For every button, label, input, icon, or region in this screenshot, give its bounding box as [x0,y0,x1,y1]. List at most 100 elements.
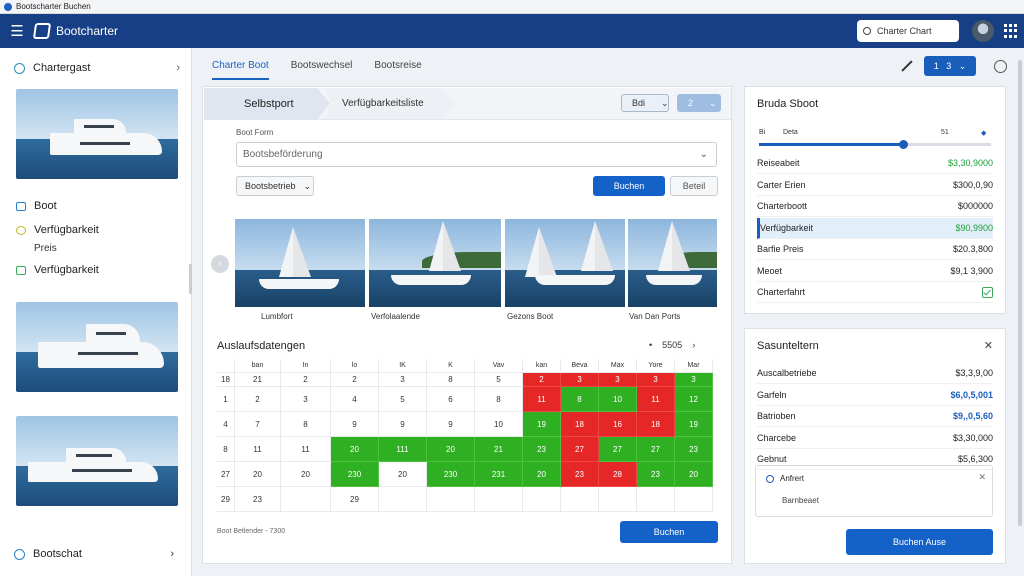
calendar-day[interactable]: 20 [427,437,475,462]
sidebar-scrollbar[interactable] [189,264,192,294]
calendar-book-button[interactable]: Buchen [620,521,718,543]
apps-grid-icon[interactable] [1004,24,1018,38]
calendar-day[interactable]: 20 [675,462,713,487]
calendar-day[interactable]: 27 [561,437,599,462]
calendar-day[interactable]: 230 [331,462,379,487]
calendar-day[interactable]: 10 [599,387,637,412]
price-slider[interactable] [759,140,991,149]
calendar-day[interactable]: 8 [427,373,475,387]
calendar-day[interactable]: 16 [599,412,637,437]
calendar-day[interactable]: 8 [475,387,523,412]
calendar-day[interactable]: 230 [427,462,475,487]
calendar-day[interactable]: 21 [475,437,523,462]
slider-handle[interactable] [898,140,908,149]
step-selbstport[interactable]: Selbstport [204,88,330,119]
sidebar-header[interactable]: Chartergast › [14,62,184,74]
calendar-day[interactable]: 4 [217,412,235,437]
price-row[interactable]: Meoet $9,1 3,900 [757,261,993,282]
yacht-thumbnail[interactable] [16,89,178,179]
price-row[interactable]: Charterboott $000000 [757,196,993,217]
calendar-day[interactable]: 23 [637,462,675,487]
dropdown-a[interactable]: Bdi ⌄ [621,94,669,112]
calendar-day[interactable]: 18 [217,373,235,387]
calendar-day[interactable]: 2 [281,373,331,387]
calendar-day[interactable]: 3 [599,373,637,387]
yacht-thumbnail[interactable] [16,302,178,392]
calendar-day[interactable]: 21 [235,373,281,387]
calendar-day[interactable]: 23 [523,437,561,462]
price-row[interactable]: Reiseabeit $3,30,9000 [757,153,993,174]
sidebar-item-boot[interactable]: Boot [16,200,57,212]
calendar-day[interactable] [427,487,475,512]
gallery-prev-icon[interactable]: ‹ [211,255,229,273]
sidebar-item-preis[interactable]: Preis [34,243,57,254]
calendar-day[interactable]: 3 [675,373,713,387]
sailboat-photo[interactable] [628,219,717,307]
hamburger-menu-icon[interactable]: ☰ [0,22,34,40]
tab-bootsreise[interactable]: Bootsreise [374,54,421,80]
calendar-day[interactable] [281,487,331,512]
sidebar-footer[interactable]: Bootschat › [14,548,184,560]
summary-book-button[interactable]: Buchen Ause [846,529,993,555]
calendar-day[interactable]: 9 [331,412,379,437]
calendar-day[interactable]: 18 [637,412,675,437]
detail-button[interactable]: Beteil [670,176,718,196]
calendar-day[interactable]: 1 [217,387,235,412]
price-row[interactable]: Auscalbetriebe $3,3,9,00 [757,363,993,384]
calendar-day[interactable]: 27 [637,437,675,462]
price-row[interactable]: Barfie Preis $20.3,800 [757,239,993,260]
calendar-day[interactable] [561,487,599,512]
step-verfuegbarkeit[interactable]: Verfügbarkeitsliste [324,88,454,119]
calendar-day[interactable]: 29 [331,487,379,512]
calendar-day[interactable]: 3 [281,387,331,412]
calendar-day[interactable]: 2 [331,373,379,387]
chevron-right-icon[interactable]: › [692,340,695,350]
price-row[interactable]: Charcebe $3,30,000 [757,428,993,449]
calendar-day[interactable]: 8 [281,412,331,437]
calendar-day[interactable]: 3 [561,373,599,387]
calendar-day[interactable]: 23 [235,487,281,512]
calendar-day[interactable]: 111 [379,437,427,462]
calendar-day[interactable]: 20 [523,462,561,487]
calendar-day[interactable]: 2 [523,373,561,387]
price-row[interactable]: Garfeln $6,0,5,001 [757,385,993,406]
checkbox-icon[interactable] [982,286,993,298]
calendar-day[interactable]: 27 [599,437,637,462]
close-icon[interactable]: ✕ [984,339,993,352]
calendar-day[interactable]: 23 [561,462,599,487]
calendar-day[interactable]: 19 [523,412,561,437]
calendar-day[interactable]: 20 [281,462,331,487]
price-row[interactable]: Batrioben $9,,0,5,60 [757,406,993,427]
calendar-day[interactable]: 23 [675,437,713,462]
boat-select[interactable]: Bootsbeförderung ⌄ [236,142,717,167]
calendar-day[interactable] [637,487,675,512]
sailboat-photo[interactable] [235,219,365,307]
calendar-day[interactable]: 29 [217,487,235,512]
page-scrollbar[interactable] [1018,60,1022,526]
close-icon[interactable]: ✕ [978,472,986,483]
calendar-day[interactable]: 7 [235,412,281,437]
calendar-day[interactable]: 11 [235,437,281,462]
dropdown-b[interactable]: 2 ⌄ [677,94,721,112]
tab-bootswechsel[interactable]: Bootswechsel [291,54,353,80]
calendar-day[interactable]: 9 [379,412,427,437]
calendar-day[interactable] [475,487,523,512]
calendar-day[interactable]: 5 [475,373,523,387]
yacht-thumbnail[interactable] [16,416,178,506]
calendar-day[interactable]: 10 [475,412,523,437]
calendar-day[interactable]: 11 [281,437,331,462]
calendar-day[interactable] [599,487,637,512]
calendar-day[interactable]: 27 [217,462,235,487]
tab-charter-boot[interactable]: Charter Boot [212,54,269,80]
calendar-day[interactable]: 3 [637,373,675,387]
search-box[interactable]: Charter Chart [857,20,959,42]
view-switch-a[interactable]: 1 [934,61,939,71]
calendar-day[interactable]: 19 [675,412,713,437]
user-avatar[interactable] [972,20,994,42]
calendar-day[interactable]: 18 [561,412,599,437]
calendar-day[interactable]: 20 [331,437,379,462]
view-switch[interactable]: 1 3 ⌄ [924,56,976,76]
price-row[interactable]: Verfügbarkeit $90,9900 [757,217,993,239]
calendar-day[interactable]: 4 [331,387,379,412]
sidebar-item-verfuegbarkeit-2[interactable]: Verfügbarkeit [16,264,99,276]
